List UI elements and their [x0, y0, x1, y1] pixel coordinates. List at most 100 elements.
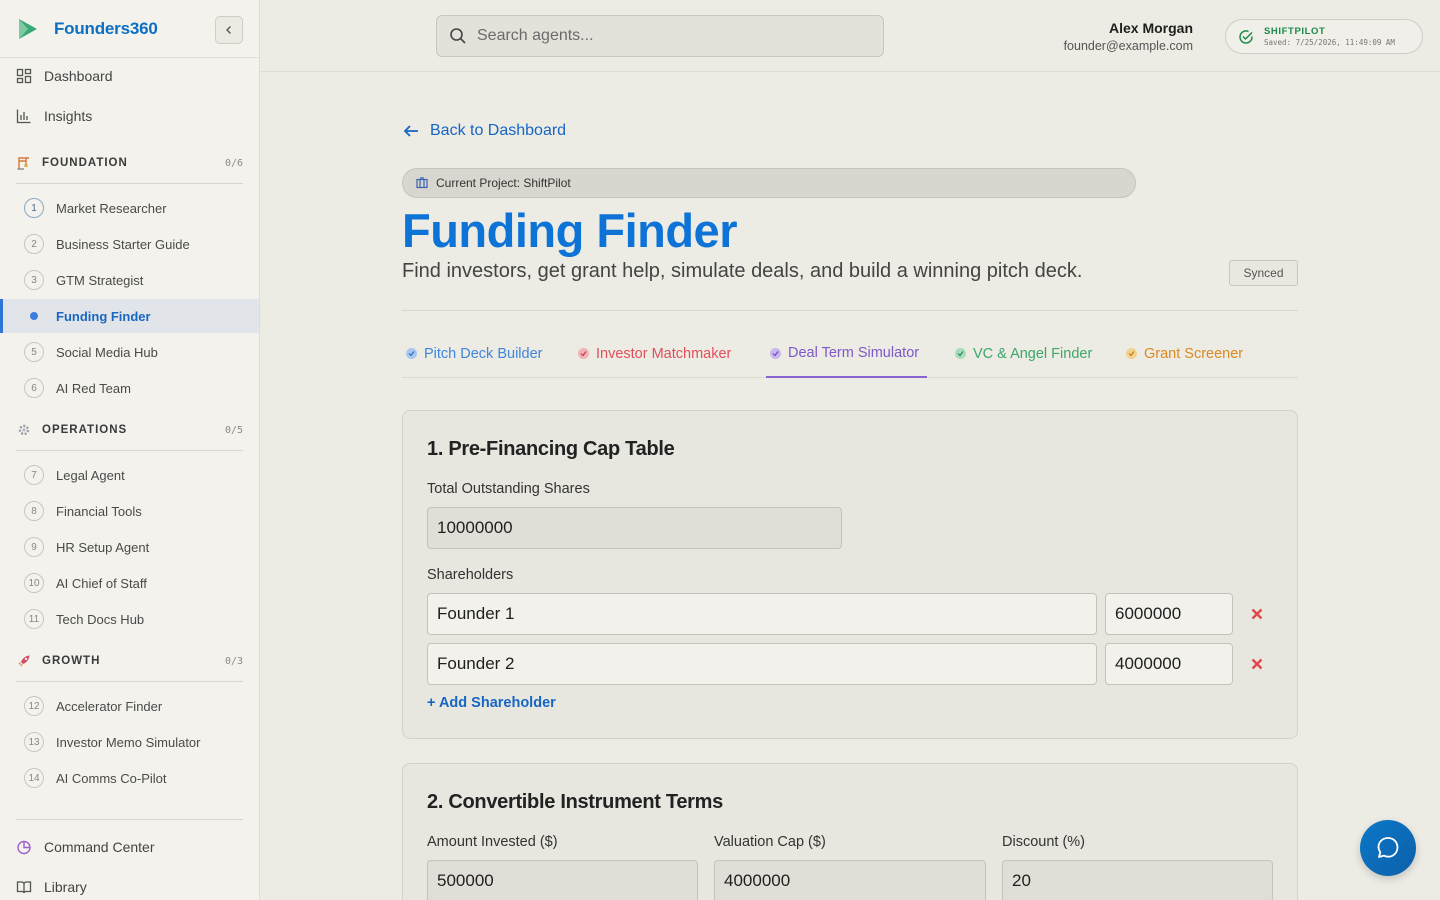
nav-insights-label: Insights — [44, 108, 93, 124]
chevron-left-icon — [226, 26, 231, 34]
shareholder-name-field[interactable] — [427, 593, 1097, 635]
nav-library-label: Library — [44, 879, 87, 895]
agent-label: AI Comms Co-Pilot — [56, 770, 167, 786]
synced-badge: Synced — [1229, 260, 1298, 286]
bar-chart-icon — [16, 109, 31, 124]
valuation-cap-field[interactable] — [714, 860, 986, 900]
nav-command-center[interactable]: Command Center — [16, 839, 155, 855]
search-box[interactable] — [436, 15, 884, 57]
nav-insights[interactable]: Insights — [16, 108, 92, 124]
sidebar-item-financial-tools[interactable]: 8 Financial Tools — [0, 494, 259, 528]
shareholder-name-field[interactable] — [427, 643, 1097, 685]
section-divider — [16, 183, 243, 184]
check-circle-icon — [1239, 29, 1253, 44]
shareholder-shares-field[interactable] — [1105, 643, 1233, 685]
discount-field[interactable] — [1002, 860, 1273, 900]
add-shareholder-button[interactable]: + Add Shareholder — [427, 695, 556, 711]
total-shares-input[interactable] — [437, 518, 841, 538]
valuation-cap-input[interactable] — [724, 871, 985, 891]
active-dot-icon — [24, 306, 44, 326]
sidebar-item-tech-docs-hub[interactable]: 11 Tech Docs Hub — [0, 602, 259, 636]
agent-number: 8 — [24, 501, 44, 521]
nav-command-center-label: Command Center — [44, 839, 155, 855]
sidebar-item-accelerator-finder[interactable]: 12 Accelerator Finder — [0, 689, 259, 723]
agent-label: Investor Memo Simulator — [56, 734, 201, 750]
sidebar-item-ai-red-team[interactable]: 6 AI Red Team — [0, 371, 259, 405]
agent-number: 13 — [24, 732, 44, 752]
check-badge-icon — [1126, 348, 1137, 359]
sidebar-item-gtm-strategist[interactable]: 3 GTM Strategist — [0, 263, 259, 297]
crane-icon — [16, 155, 32, 171]
total-shares-field[interactable] — [427, 507, 842, 549]
remove-shareholder-button[interactable] — [1247, 604, 1267, 624]
section-growth-header[interactable]: GROWTH 0/3 — [16, 653, 243, 669]
section-divider — [16, 681, 243, 682]
user-email: founder@example.com — [1063, 39, 1193, 53]
section-foundation-title: FOUNDATION — [42, 157, 128, 169]
section-divider — [16, 450, 243, 451]
sidebar-item-investor-memo-simulator[interactable]: 13 Investor Memo Simulator — [0, 725, 259, 759]
sidebar-item-funding-finder[interactable]: Funding Finder — [0, 299, 259, 333]
user-name[interactable]: Alex Morgan — [1109, 20, 1193, 36]
agent-label: Accelerator Finder — [56, 698, 163, 714]
nav-library[interactable]: Library — [16, 879, 87, 895]
rocket-icon — [16, 653, 32, 669]
collapse-sidebar-button[interactable] — [215, 16, 243, 44]
close-icon — [1251, 658, 1263, 670]
save-status-timestamp: Saved: 7/25/2026, 11:49:09 AM — [1264, 38, 1395, 47]
agent-number: 2 — [24, 234, 44, 254]
tab-deal-term-simulator[interactable]: Deal Term Simulator — [766, 330, 927, 378]
tool-tabs: Pitch Deck Builder Investor Matchmaker D… — [402, 330, 1298, 378]
shareholder-name-input[interactable] — [437, 604, 1096, 624]
tab-pitch-deck-builder[interactable]: Pitch Deck Builder — [406, 330, 542, 377]
agent-label: Social Media Hub — [56, 344, 158, 360]
dashboard-icon — [16, 68, 32, 84]
sidebar-item-hr-setup-agent[interactable]: 9 HR Setup Agent — [0, 530, 259, 564]
tab-grant-screener[interactable]: Grant Screener — [1126, 330, 1243, 377]
tab-label: VC & Angel Finder — [973, 345, 1093, 362]
brand-name[interactable]: Founders360 — [54, 19, 158, 39]
agent-number: 5 — [24, 342, 44, 362]
amount-invested-field[interactable] — [427, 860, 698, 900]
sidebar-item-business-starter-guide[interactable]: 2 Business Starter Guide — [0, 227, 259, 261]
tab-label: Deal Term Simulator — [788, 345, 920, 361]
amount-invested-label: Amount Invested ($) — [427, 834, 558, 850]
agent-number: 11 — [24, 609, 44, 629]
section-operations-header[interactable]: OPERATIONS 0/5 — [16, 422, 243, 438]
agent-label: Funding Finder — [56, 308, 151, 324]
top-bar: Alex Morgan founder@example.com SHIFTPIL… — [260, 0, 1440, 72]
sidebar: Founders360 Dashboard Insights FOUNDATIO… — [0, 0, 260, 900]
tab-vc-angel-finder[interactable]: VC & Angel Finder — [955, 330, 1092, 377]
check-badge-icon — [770, 347, 781, 359]
chat-button[interactable] — [1360, 820, 1416, 876]
sidebar-item-ai-comms-co-pilot[interactable]: 14 AI Comms Co-Pilot — [0, 761, 259, 795]
save-status-pill[interactable]: SHIFTPILOT Saved: 7/25/2026, 11:49:09 AM — [1225, 19, 1423, 54]
shareholder-shares-field[interactable] — [1105, 593, 1233, 635]
agent-label: Market Researcher — [56, 200, 167, 216]
agent-label: HR Setup Agent — [56, 539, 150, 555]
section-operations-count: 0/5 — [224, 424, 243, 436]
check-badge-icon — [955, 348, 966, 359]
shareholder-shares-input[interactable] — [1115, 604, 1232, 624]
tab-label: Pitch Deck Builder — [424, 345, 543, 362]
tab-investor-matchmaker[interactable]: Investor Matchmaker — [578, 330, 731, 377]
search-input[interactable] — [477, 27, 857, 45]
sidebar-item-ai-chief-of-staff[interactable]: 10 AI Chief of Staff — [0, 566, 259, 600]
valuation-cap-label: Valuation Cap ($) — [714, 834, 826, 850]
tab-label: Grant Screener — [1144, 345, 1244, 362]
agent-number: 14 — [24, 768, 44, 788]
discount-input[interactable] — [1012, 871, 1272, 891]
amount-invested-input[interactable] — [437, 871, 697, 891]
remove-shareholder-button[interactable] — [1247, 654, 1267, 674]
section-foundation-header[interactable]: FOUNDATION 0/6 — [16, 155, 243, 171]
sidebar-item-social-media-hub[interactable]: 5 Social Media Hub — [0, 335, 259, 369]
nav-dashboard[interactable]: Dashboard — [16, 68, 113, 84]
back-link-label: Back to Dashboard — [430, 122, 567, 139]
back-to-dashboard-link[interactable]: Back to Dashboard — [402, 122, 566, 140]
sidebar-item-legal-agent[interactable]: 7 Legal Agent — [0, 458, 259, 492]
shareholder-name-input[interactable] — [437, 654, 1096, 674]
page-title: Funding Finder — [402, 204, 738, 257]
brand-logo-icon — [19, 18, 37, 39]
sidebar-item-market-researcher[interactable]: 1 Market Researcher — [0, 191, 259, 225]
shareholder-shares-input[interactable] — [1115, 654, 1232, 674]
